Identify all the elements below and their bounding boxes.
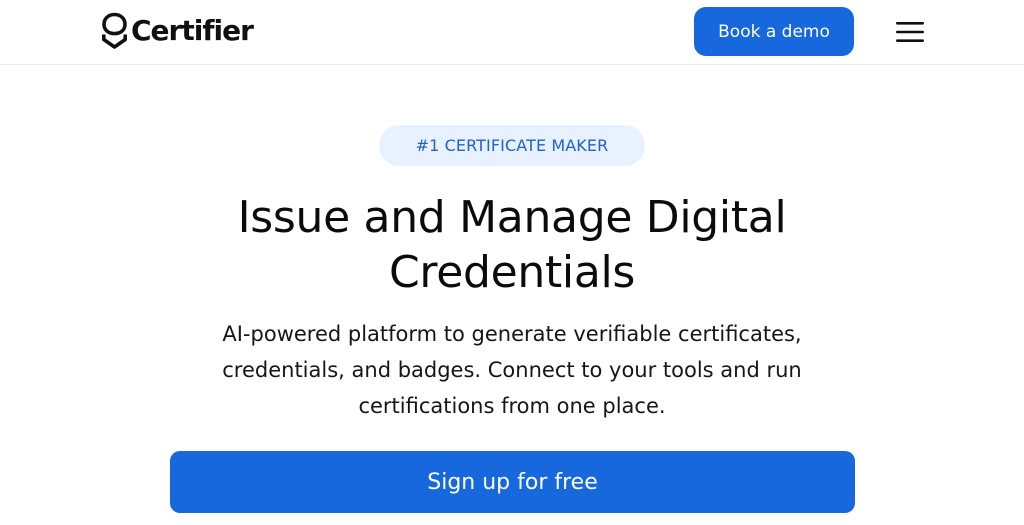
signup-button[interactable]: Sign up for free xyxy=(170,451,855,513)
hero-badge: #1 CERTIFICATE MAKER xyxy=(379,125,645,166)
menu-button[interactable] xyxy=(890,14,930,50)
certifier-shield-icon xyxy=(102,12,127,49)
site-header: Certifier Book a demo xyxy=(0,0,1024,65)
book-demo-button[interactable]: Book a demo xyxy=(694,7,854,56)
hero-title: Issue and Manage Digital Credentials xyxy=(237,192,787,298)
logo-link[interactable]: Certifier xyxy=(101,12,254,50)
hero-subtitle: AI-powered platform to generate verifiab… xyxy=(222,322,802,418)
hamburger-menu-icon xyxy=(896,22,924,42)
logo-text: Certifier xyxy=(131,14,254,47)
